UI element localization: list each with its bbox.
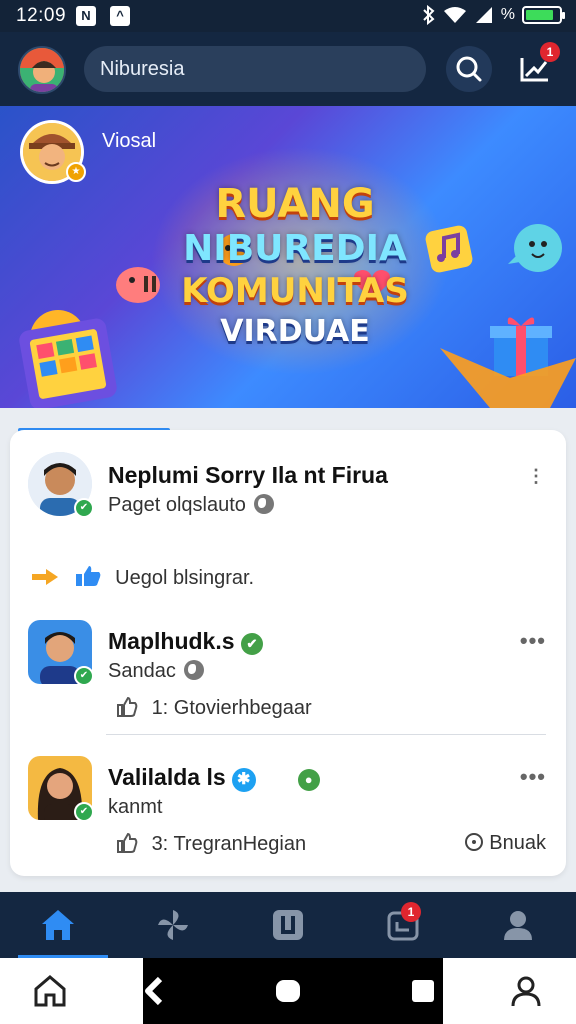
system-navigation-bar <box>0 958 576 1024</box>
system-home-button[interactable] <box>0 958 100 1024</box>
system-recents-home-button[interactable] <box>266 958 310 1024</box>
banner-title-line3: KOMUNITAS <box>181 271 409 311</box>
stats-text: 1: Gtovierhbegaar <box>151 697 312 719</box>
bottom-navigation: 1 <box>0 892 576 958</box>
post-author-name[interactable]: Valilalda ls ✱ ● <box>108 764 320 792</box>
globe-icon <box>253 494 274 514</box>
search-input[interactable]: Niburesia <box>84 46 426 92</box>
post-subtitle: Paget olqslauto <box>108 494 274 517</box>
avatar-illustration <box>20 48 64 92</box>
post-action-label: Bnuak <box>489 832 546 854</box>
home-outline-icon <box>34 975 66 1007</box>
verified-icon: ✔ <box>74 802 94 822</box>
nav-explore[interactable] <box>115 892 230 958</box>
notification-app-icon-2: ^ <box>110 6 130 26</box>
arrow-right-icon <box>32 569 58 585</box>
feed-card: ✔ Neplumi Sorry Ila nt Firua Paget olqsl… <box>10 430 566 876</box>
pinwheel-icon <box>157 910 188 940</box>
post-subtitle: Sandac <box>108 660 204 683</box>
system-overview-button[interactable] <box>402 958 444 1024</box>
post-subtitle-text: Sandac <box>108 660 176 682</box>
notification-badge: 1 <box>540 42 560 62</box>
nav-notification-badge: 1 <box>401 902 421 922</box>
banner-username: Viosal <box>102 130 157 152</box>
banner-title-line1: RUANG <box>215 181 375 227</box>
activity-button[interactable]: 1 <box>512 42 560 92</box>
stats-text: 3: TregranHegian <box>151 833 307 855</box>
person-icon <box>503 911 532 940</box>
online-status-icon: ● <box>297 769 320 791</box>
globe-icon <box>183 660 204 680</box>
level-badge-icon: ★ <box>66 162 86 182</box>
post-subtitle-text: Paget olqslauto <box>108 494 246 516</box>
reaction-text: Uegol blsingrar. <box>115 567 255 589</box>
status-icons: % <box>422 5 565 25</box>
post-divider <box>106 734 546 735</box>
verified-badge-icon: ✔ <box>240 633 263 655</box>
banner-user-avatar[interactable]: ★ <box>20 120 86 184</box>
post-author-name[interactable]: Neplumi Sorry Ila nt Firua <box>108 462 388 489</box>
home-icon <box>41 910 74 940</box>
nav-apps[interactable] <box>230 892 345 958</box>
signal-icon <box>475 7 492 23</box>
top-app-bar: Niburesia 1 <box>0 32 576 106</box>
post-stats-row[interactable]: 3: TregranHegian <box>116 832 306 856</box>
square-icon <box>412 980 434 1002</box>
post-options-button[interactable]: ••• <box>520 628 546 654</box>
bluetooth-icon <box>423 5 435 25</box>
search-icon <box>456 56 482 82</box>
star-badge-icon: ✱ <box>231 768 256 792</box>
system-back-button[interactable] <box>143 958 163 1024</box>
nav-home[interactable] <box>0 892 115 958</box>
banner-title-line2: NIBUREDIA <box>183 228 407 269</box>
back-chevron-icon <box>145 976 163 1006</box>
rounded-square-icon <box>276 980 300 1002</box>
phone-game-icon <box>19 318 117 408</box>
status-time: 12:09 <box>16 5 67 26</box>
post-author-name-text: Valilalda ls <box>108 764 226 790</box>
community-banner[interactable]: ★ Viosal RUANG NIBUREDIA KOMUNITAS VIRDU… <box>0 106 576 408</box>
verified-icon: ✔ <box>74 666 94 686</box>
post-action-button[interactable]: Bnuak <box>464 832 546 855</box>
battery-level <box>526 10 554 20</box>
post-options-button[interactable]: ⋮ <box>527 466 546 487</box>
post-author-name-text: Maplhudk.s <box>108 628 235 654</box>
like-outline-icon <box>117 832 138 853</box>
nav-notifications[interactable]: 1 <box>345 892 460 958</box>
person-outline-icon <box>511 976 541 1007</box>
search-button[interactable] <box>446 46 492 92</box>
network-label: % <box>500 6 515 23</box>
post-reaction-row[interactable]: Uegol blsingrar. <box>30 564 254 590</box>
profile-avatar[interactable] <box>18 46 66 94</box>
banner-title-line4: VIRDUAE <box>220 314 370 349</box>
app-box-icon <box>272 910 303 940</box>
verified-icon: ✔ <box>74 498 94 518</box>
battery-icon <box>522 6 565 24</box>
nav-profile[interactable] <box>460 892 575 958</box>
post-options-button[interactable]: ••• <box>520 764 546 790</box>
post-author-name[interactable]: Maplhudk.s ✔ <box>108 628 263 655</box>
blue-blob-icon <box>508 224 562 272</box>
like-outline-icon <box>117 696 138 717</box>
post-stats-row[interactable]: 1: Gtovierhbegaar <box>116 696 312 720</box>
clock-icon <box>464 833 483 851</box>
notification-app-icon: N <box>76 6 96 26</box>
system-profile-button[interactable] <box>476 958 576 1024</box>
wifi-icon <box>443 7 466 23</box>
status-bar: 12:09 N ^ % <box>0 0 576 32</box>
star-burst-icon <box>440 348 576 408</box>
post-subtitle: kanmt <box>108 796 163 818</box>
thumbs-up-icon <box>75 566 100 586</box>
